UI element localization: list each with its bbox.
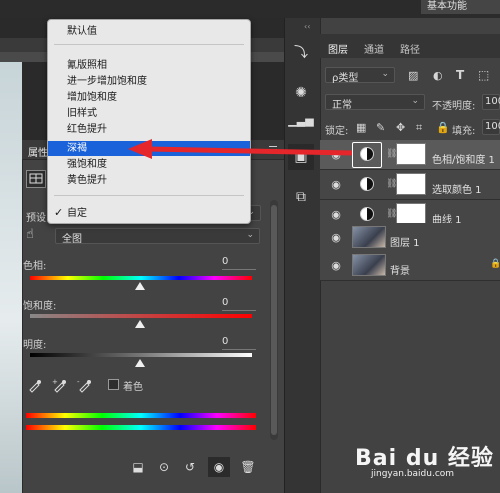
annotation-arrow	[128, 139, 353, 159]
watermark-url: jingyan.baidu.com	[371, 469, 455, 479]
arrow-shaft	[147, 146, 353, 156]
baidu-watermark: Bai du 经验	[355, 446, 494, 471]
arrow-head	[128, 139, 152, 159]
